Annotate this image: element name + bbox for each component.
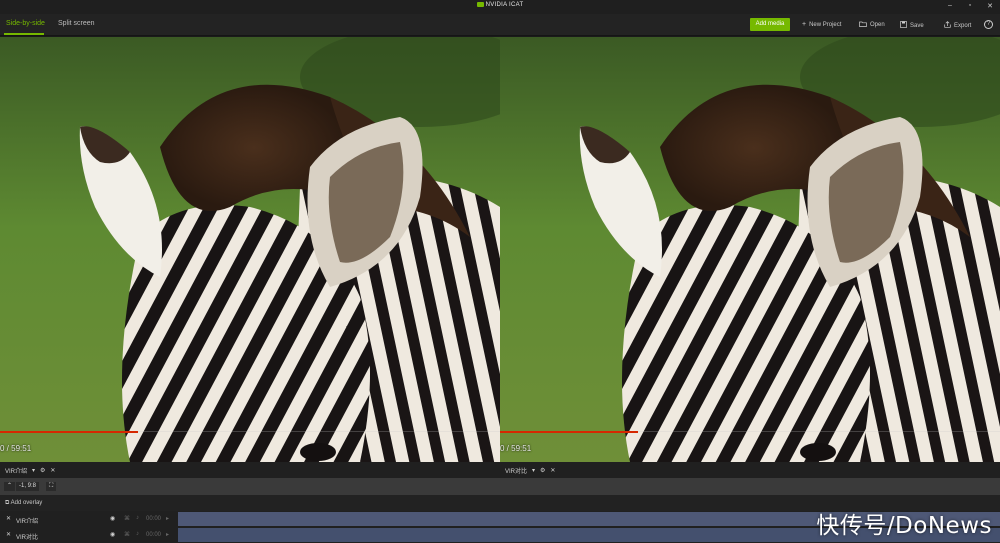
settings-icon[interactable]: ⚙ (540, 467, 545, 474)
folder-icon (859, 21, 867, 29)
visibility-icon[interactable]: ◉ (110, 515, 115, 522)
play-icon[interactable]: ▸ (166, 515, 169, 522)
track-time: 00:00 (146, 532, 162, 538)
save-button[interactable]: Save (900, 21, 924, 30)
title-bar: NVIDIA ICAT – ▫ ✕ (0, 0, 1000, 14)
collapse-icon[interactable]: ⌃ (4, 482, 16, 491)
timecode: 0 / 59:51 (0, 444, 32, 453)
close-icon[interactable]: ✕ (550, 467, 555, 474)
export-button[interactable]: Export (944, 21, 971, 30)
viewer-label-left[interactable]: VIR介绍 ▾ ⚙ ✕ (5, 466, 55, 475)
track-time: 00:00 (146, 516, 162, 522)
link-icon[interactable]: ⌘ (124, 531, 130, 538)
tab-side-by-side[interactable]: Side-by-side (6, 20, 45, 27)
minimize-icon[interactable]: – (946, 2, 954, 10)
viewer-label-bar: VIR介绍 ▾ ⚙ ✕ VIR对比 ▾ ⚙ ✕ (0, 462, 1000, 478)
app-title: NVIDIA ICAT (0, 2, 1000, 8)
progress-bar[interactable] (0, 431, 138, 433)
plus-icon: + (802, 21, 807, 28)
toolbar: Side-by-side Split screen Add media + Ne… (0, 14, 1000, 36)
viewer-right[interactable]: 0 / 59:51 (500, 37, 1000, 462)
play-icon[interactable]: ▸ (166, 531, 169, 538)
watermark: 快传号/DoNews (816, 513, 992, 539)
timecode: 0 / 59:51 (500, 444, 532, 453)
progress-bar[interactable] (500, 431, 638, 433)
active-tab-indicator (4, 33, 44, 35)
zebra-image-enhanced (500, 37, 1000, 462)
visibility-icon[interactable]: ◉ (110, 531, 115, 538)
link-icon[interactable]: ⌘ (124, 515, 130, 522)
zebra-image-original (0, 37, 500, 462)
window-controls: – ▫ ✕ (946, 2, 994, 10)
help-button[interactable]: ? (984, 20, 993, 29)
close-icon[interactable]: ✕ (6, 531, 11, 538)
zoom-select[interactable]: -1, 9:8 (16, 482, 40, 491)
settings-icon[interactable]: ⚙ (40, 467, 45, 474)
add-media-button[interactable]: Add media (750, 18, 790, 31)
nvidia-logo-icon (476, 2, 484, 7)
export-icon (944, 21, 951, 30)
fit-icon[interactable]: ⛶ (46, 482, 57, 491)
viewer-label-right[interactable]: VIR对比 ▾ ⚙ ✕ (505, 466, 555, 475)
track-name: VIR介绍 (16, 519, 39, 525)
new-project-button[interactable]: + New Project (802, 21, 841, 28)
help-icon: ? (984, 20, 993, 29)
audio-icon[interactable]: ♪ (136, 531, 139, 537)
viewer-left[interactable]: 0 / 59:51 (0, 37, 500, 462)
maximize-icon[interactable]: ▫ (966, 2, 974, 10)
save-icon (900, 21, 907, 30)
open-button[interactable]: Open (859, 21, 885, 29)
close-icon[interactable]: ✕ (986, 2, 994, 10)
add-overlay-button[interactable]: ⧉ Add overlay (5, 500, 42, 507)
chevron-down-icon[interactable]: ▾ (32, 467, 35, 474)
chevron-down-icon[interactable]: ▾ (532, 467, 535, 474)
timeline-controls: ⌃ -1, 9:8 ⛶ (0, 478, 1000, 495)
track-name: VIR对比 (16, 535, 39, 541)
tab-split-screen[interactable]: Split screen (58, 20, 95, 27)
close-icon[interactable]: ✕ (6, 515, 11, 522)
audio-icon[interactable]: ♪ (136, 515, 139, 521)
close-icon[interactable]: ✕ (50, 467, 55, 474)
